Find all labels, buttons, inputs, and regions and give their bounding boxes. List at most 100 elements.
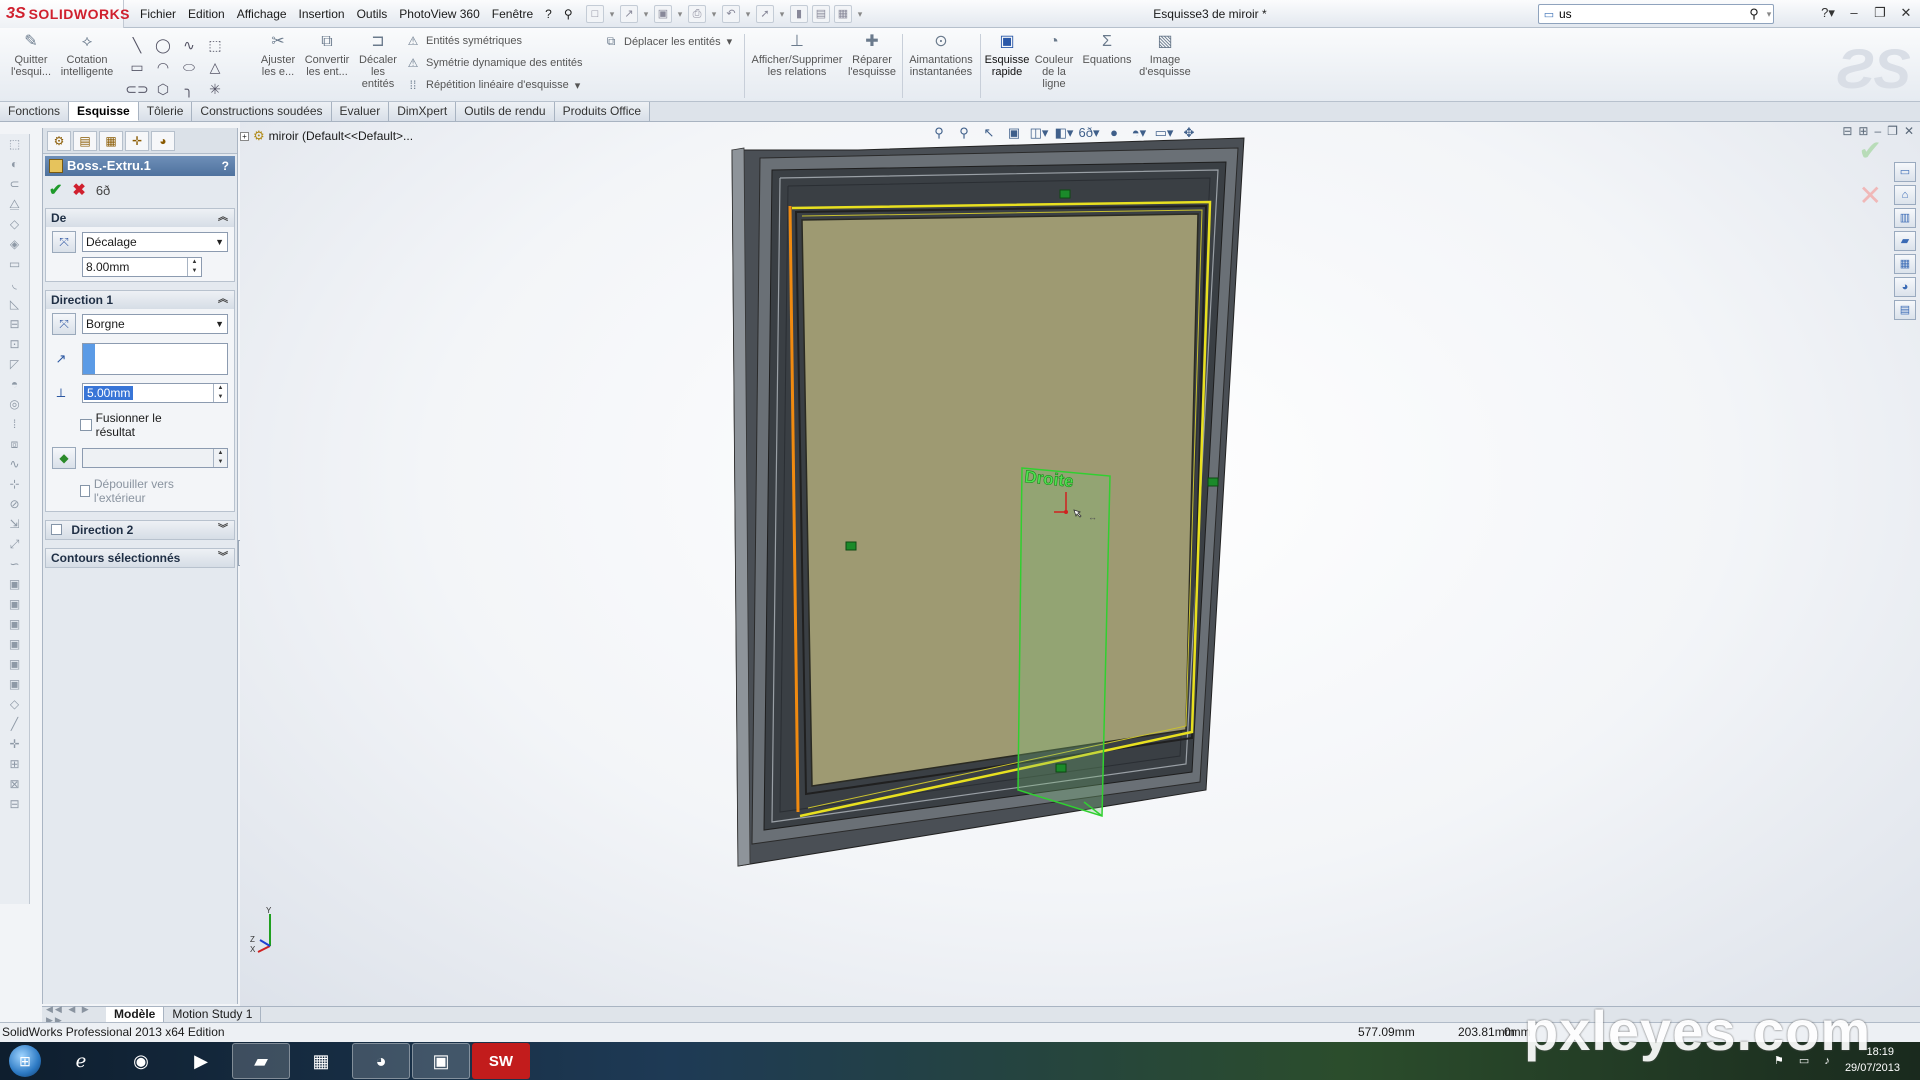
group-de-header[interactable]: De ︽ — [46, 209, 234, 227]
line-icon[interactable]: ╲ — [124, 34, 150, 56]
solidworks-resources-icon[interactable]: ▭ — [1894, 162, 1916, 182]
start-condition-select[interactable]: Décalage ▼ — [82, 232, 228, 252]
relation-marker[interactable] — [1207, 477, 1219, 487]
options-icon[interactable]: ▦ — [834, 5, 852, 23]
sketch-tool-icon[interactable]: ⊞ — [0, 754, 29, 774]
media-player-icon[interactable]: ▶ — [172, 1043, 230, 1079]
search-box[interactable]: ▭ ⚲ ▾ — [1538, 4, 1774, 24]
group-direction1-header[interactable]: Direction 1 ︽ — [46, 291, 234, 309]
tab-esquisse[interactable]: Esquisse — [69, 102, 139, 121]
save-icon[interactable]: ▣ — [654, 5, 672, 23]
preview-glasses-icon[interactable]: 6ð — [96, 183, 110, 198]
centerline-icon[interactable]: ⬚ — [202, 34, 228, 56]
quick-snaps-button[interactable]: ⊙ Aimantations instantanées — [906, 32, 976, 78]
rib-icon[interactable]: ⊟ — [0, 314, 29, 334]
draft-outward-row[interactable]: Dépouiller vers l'extérieur — [46, 473, 234, 511]
merge-result-checkbox[interactable] — [80, 419, 92, 431]
freeform-icon[interactable]: ∽ — [0, 554, 29, 574]
menu-outils[interactable]: Outils — [351, 0, 394, 28]
merge-result-row[interactable]: Fusionner le résultat — [46, 407, 234, 443]
feature-manager-tab-icon[interactable]: ⚙ — [47, 131, 71, 151]
curves-icon[interactable]: ∿ — [0, 454, 29, 474]
rebuild-icon[interactable]: ▮ — [790, 5, 808, 23]
draft-outward-checkbox[interactable] — [80, 485, 90, 497]
ok-check-icon[interactable]: ✔ — [49, 180, 62, 200]
sketch-tool-icon[interactable]: ⊟ — [0, 794, 29, 814]
view-back-icon[interactable]: ▣ — [0, 594, 29, 614]
rapid-sketch-button[interactable]: ▣ Esquisse rapide — [984, 32, 1030, 78]
exit-sketch-button[interactable]: ✎ Quitter l'esqui... — [6, 32, 56, 78]
sketch-picture-button[interactable]: ▧ Image d'esquisse — [1138, 32, 1192, 78]
help-button[interactable]: ? — [222, 156, 229, 176]
view-orientation-icon[interactable]: ◫▾ — [1028, 123, 1050, 143]
restore-icon[interactable]: ❐ — [1868, 2, 1892, 24]
menu-photoview[interactable]: PhotoView 360 — [393, 0, 486, 28]
cancel-x-icon[interactable]: ✖ — [72, 180, 85, 200]
end-condition-select[interactable]: Borgne ▼ — [82, 314, 228, 334]
file-properties-icon[interactable]: ▤ — [812, 5, 830, 23]
mirror-entities-button[interactable]: ⚠ Entités symétriques — [406, 34, 522, 48]
view-palette-icon[interactable]: ▦ — [1894, 254, 1916, 274]
ellipse-icon[interactable]: ⬭ — [176, 56, 202, 78]
mirror-feature-icon[interactable]: ⧈ — [0, 434, 29, 454]
view-left-icon[interactable]: ▣ — [0, 614, 29, 634]
new-document-icon[interactable]: □ — [586, 5, 604, 23]
smart-dimension-button[interactable]: ⟡ Cotation intelligente — [60, 32, 114, 78]
circle-icon[interactable]: ◯ — [150, 34, 176, 56]
custom-properties-icon[interactable]: ▤ — [1894, 300, 1916, 320]
tab-tolerie[interactable]: Tôlerie — [138, 102, 193, 121]
draft-icon[interactable]: ◸ — [0, 354, 29, 374]
view-bottom-icon[interactable]: ▣ — [0, 674, 29, 694]
group-selected-contours-header[interactable]: Contours sélectionnés ︾ — [46, 549, 234, 567]
file-explorer-icon[interactable]: ▥ — [1894, 208, 1916, 228]
expand-tree-icon[interactable]: + — [240, 131, 249, 141]
arc-icon[interactable]: ◠ — [150, 56, 176, 78]
appearances-icon[interactable]: ◕ — [1894, 277, 1916, 297]
confirm-ok-icon[interactable]: ✔ — [1859, 134, 1882, 167]
viewport-split-icon[interactable]: ⊟ — [1842, 124, 1852, 138]
hole-wizard-icon[interactable]: ▭ — [0, 254, 29, 274]
viewport-restore-icon[interactable]: ❐ — [1887, 124, 1898, 138]
apply-scene-icon[interactable]: ◓▾ — [1128, 123, 1150, 143]
model-view[interactable]: ↔ Droite — [240, 122, 1920, 1006]
menu-fichier[interactable]: Fichier — [134, 0, 182, 28]
tab-constructions-soudees[interactable]: Constructions soudées — [192, 102, 332, 121]
polygon-icon[interactable]: ⬡ — [150, 78, 176, 100]
sweep-icon[interactable]: ⊂ — [0, 174, 29, 194]
direction-selection-box[interactable] — [82, 343, 228, 375]
move-face-icon[interactable]: ⇲ — [0, 514, 29, 534]
display-manager-tab-icon[interactable]: ◕ — [151, 131, 175, 151]
offset-entities-button[interactable]: ⊐ Décaler les entités — [356, 32, 400, 90]
sketch-line-icon[interactable]: ╱ — [0, 714, 29, 734]
tab-modele[interactable]: Modèle — [106, 1007, 165, 1022]
pan-icon[interactable]: ✥ — [1178, 123, 1200, 143]
search-dropdown-icon[interactable]: ▾ — [1765, 9, 1773, 20]
reverse-direction-icon[interactable]: ⤧ — [52, 313, 76, 335]
slot-icon[interactable]: ⊂⊃ — [124, 78, 150, 100]
display-relations-button[interactable]: ⊥ Afficher/Supprimer les relations — [750, 32, 844, 78]
fillet-feature-icon[interactable]: ◟ — [0, 274, 29, 294]
print-icon[interactable]: ⎙ — [688, 5, 706, 23]
start-button[interactable]: ⊞ — [0, 1042, 50, 1080]
depth-field[interactable]: 5.00mm ▲ ▼ — [82, 383, 228, 403]
equations-button[interactable]: Σ Equations — [1080, 32, 1134, 66]
group-direction2-header[interactable]: Direction 2 ︾ — [46, 521, 234, 539]
chamfer-icon[interactable]: ◺ — [0, 294, 29, 314]
extrude-boss-icon[interactable]: ⬚ — [0, 134, 29, 154]
relation-marker[interactable] — [845, 541, 857, 551]
view-top-icon[interactable]: ▣ — [0, 654, 29, 674]
tab-produits-office[interactable]: Produits Office — [554, 102, 651, 121]
menu-help[interactable]: ? — [539, 0, 558, 28]
calculator-icon[interactable]: ▦ — [292, 1043, 350, 1079]
menu-fenetre[interactable]: Fenêtre — [486, 0, 539, 28]
clock-date[interactable]: 29/07/2013 — [1845, 1062, 1900, 1074]
pin-icon[interactable]: ⚲ — [558, 0, 579, 28]
dimxpert-manager-tab-icon[interactable]: ✛ — [125, 131, 149, 151]
close-icon[interactable]: ✕ — [1894, 2, 1918, 24]
menu-affichage[interactable]: Affichage — [231, 0, 293, 28]
sketch-point-icon[interactable]: ✛ — [0, 734, 29, 754]
dynamic-mirror-button[interactable]: ⚠ Symétrie dynamique des entités — [406, 56, 583, 70]
dome-icon[interactable]: ◓ — [0, 374, 29, 394]
pattern-icon[interactable]: ⁞ — [0, 414, 29, 434]
tab-evaluer[interactable]: Evaluer — [331, 102, 390, 121]
